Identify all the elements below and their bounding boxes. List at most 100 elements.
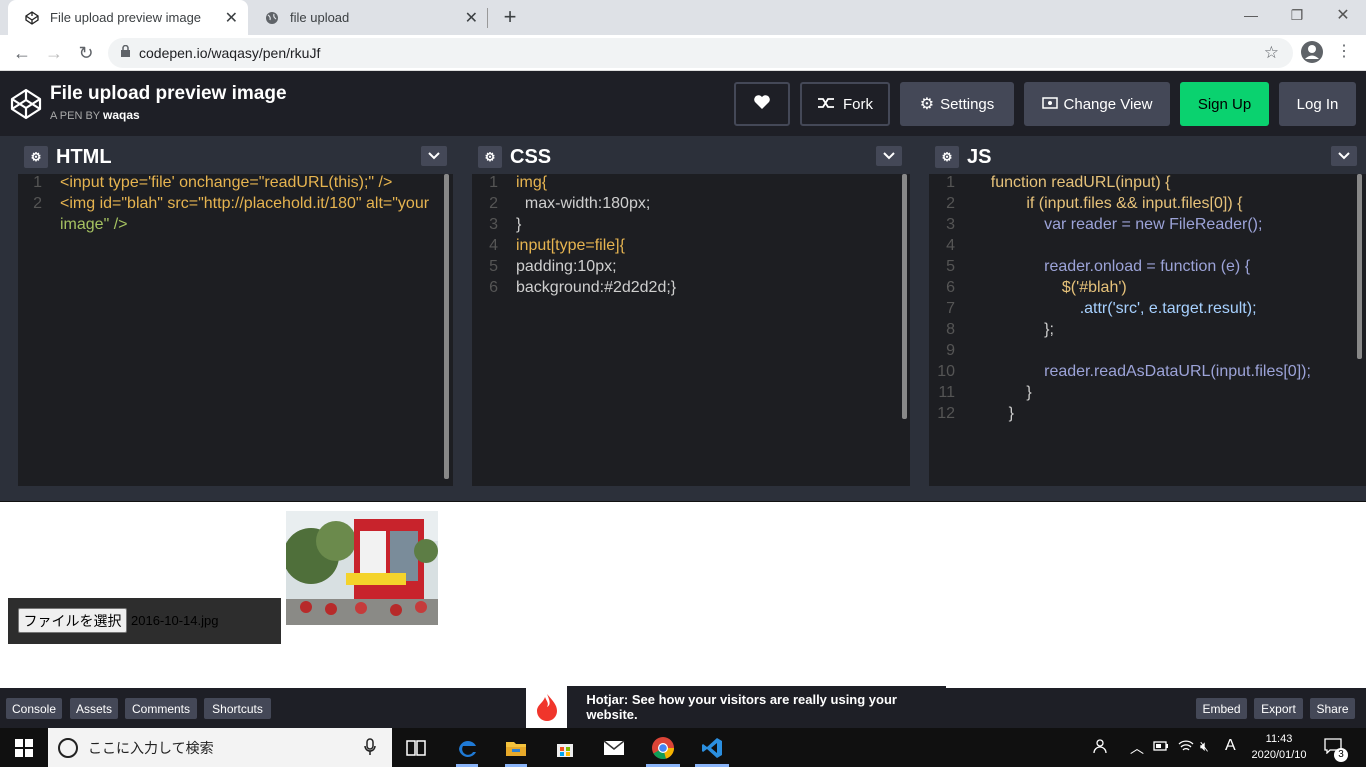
taskbar-search-input[interactable]: ここに入力して検索: [48, 728, 392, 767]
show-hidden-icons-chevron-icon[interactable]: ︿: [1130, 738, 1144, 758]
reload-icon[interactable]: ↻: [72, 39, 100, 67]
ime-indicator[interactable]: A: [1225, 737, 1236, 755]
line-number: 2: [33, 195, 42, 212]
log-in-button[interactable]: Log In: [1279, 82, 1356, 126]
volume-muted-icon[interactable]: 🔇︎: [1200, 738, 1209, 755]
export-button[interactable]: Export: [1254, 698, 1303, 719]
people-icon[interactable]: [1093, 738, 1109, 757]
bookmark-star-icon[interactable]: ☆: [1264, 43, 1279, 63]
heart-button[interactable]: [734, 82, 790, 126]
css-editor-pane: ⚙ CSS 1 2 3 4 5 6 img{ max-width:180px; …: [472, 136, 910, 486]
editors-area: ⚙ HTML 1 2 <input type='file' onchange="…: [0, 136, 1366, 486]
css-settings-gear-icon[interactable]: ⚙: [478, 146, 502, 168]
clock[interactable]: 11:43 2020/01/10: [1249, 731, 1309, 763]
back-icon[interactable]: ←: [8, 39, 36, 67]
forward-icon[interactable]: →: [40, 39, 68, 67]
js-code-area[interactable]: 1 2 3 4 5 6 7 8 9 10 11 12 function read…: [929, 174, 1366, 486]
task-view-icon[interactable]: [402, 734, 430, 762]
css-collapse-chevron-icon[interactable]: [876, 146, 902, 166]
share-button[interactable]: Share: [1310, 698, 1355, 719]
chrome-icon[interactable]: [649, 734, 677, 762]
line-number: 12: [937, 405, 955, 422]
close-window-icon[interactable]: ✕: [1320, 0, 1366, 30]
change-view-button[interactable]: Change View: [1024, 82, 1170, 126]
url-text: codepen.io/waqasy/pen/rkuJf: [139, 45, 321, 61]
choose-file-button[interactable]: ファイルを選択: [18, 608, 127, 633]
codepen-header: File upload preview image A PEN BY waqas…: [0, 71, 1366, 136]
css-editor-header: ⚙ CSS: [478, 142, 551, 172]
code-line: <input type='file' onchange="readURL(thi…: [60, 174, 393, 191]
hotjar-text: Hotjar: See how your visitors are really…: [586, 692, 897, 722]
tab-file-upload[interactable]: file upload ✕: [248, 0, 488, 35]
microsoft-store-icon[interactable]: [551, 734, 579, 762]
minimize-icon[interactable]: —: [1228, 0, 1274, 30]
code-line: }: [516, 216, 522, 233]
code-line: <img id="blah" src="http://placehold.it/…: [60, 195, 430, 212]
hotjar-ad[interactable]: Hotjar: See how your visitors are really…: [526, 686, 946, 728]
profile-avatar-icon[interactable]: [1301, 41, 1323, 63]
author-link[interactable]: waqas: [103, 108, 140, 122]
resize-handle[interactable]: [0, 486, 1366, 502]
log-in-label: Log In: [1296, 95, 1339, 113]
css-scrollbar[interactable]: [902, 174, 907, 419]
js-scrollbar[interactable]: [1357, 174, 1362, 359]
cortana-circle-icon: [58, 737, 78, 758]
css-code-area[interactable]: 1 2 3 4 5 6 img{ max-width:180px; } inpu…: [472, 174, 910, 486]
embed-button[interactable]: Embed: [1196, 698, 1247, 719]
globe-icon: [264, 10, 280, 26]
line-number: 7: [946, 300, 955, 317]
close-tab-icon[interactable]: ✕: [465, 8, 478, 28]
line-number: 2: [946, 195, 955, 212]
code-line: }: [973, 384, 1032, 401]
tab-file-upload-preview[interactable]: File upload preview image ✕: [8, 0, 248, 35]
html-code-area[interactable]: 1 2 <input type='file' onchange="readURL…: [18, 174, 453, 486]
assets-button[interactable]: Assets: [70, 698, 118, 719]
html-settings-gear-icon[interactable]: ⚙: [24, 146, 48, 168]
browser-menu-icon[interactable]: ⋮: [1336, 41, 1352, 63]
clock-time: 11:43: [1265, 733, 1293, 745]
wifi-icon[interactable]: [1178, 739, 1194, 756]
shortcuts-button[interactable]: Shortcuts: [204, 698, 271, 719]
windows-start-icon[interactable]: [10, 734, 38, 762]
line-number: 8: [946, 321, 955, 338]
line-number: 5: [489, 258, 498, 275]
vscode-icon[interactable]: [698, 734, 726, 762]
pen-title[interactable]: File upload preview image: [50, 83, 287, 105]
html-collapse-chevron-icon[interactable]: [421, 146, 447, 166]
byline-prefix: A PEN BY: [50, 110, 100, 122]
line-number: 6: [946, 279, 955, 296]
battery-icon[interactable]: [1153, 740, 1169, 755]
mail-icon[interactable]: [600, 734, 628, 762]
file-explorer-icon[interactable]: [502, 734, 530, 762]
console-button[interactable]: Console: [6, 698, 62, 719]
microphone-icon[interactable]: [364, 738, 376, 759]
file-input[interactable]: ファイルを選択 2016-10-14.jpg: [8, 598, 281, 644]
browser-tab-bar: File upload preview image ✕ file upload …: [0, 0, 1366, 35]
js-collapse-chevron-icon[interactable]: [1331, 146, 1357, 166]
line-number: 4: [946, 237, 955, 254]
restore-icon[interactable]: ❐: [1274, 0, 1320, 30]
code-line: image" />: [60, 216, 128, 233]
new-tab-icon[interactable]: +: [498, 4, 522, 30]
js-editor-header: ⚙ JS: [935, 142, 991, 172]
comments-button[interactable]: Comments: [125, 698, 197, 719]
code-line: $('#blah'): [973, 279, 1127, 296]
codepen-logo-icon[interactable]: [10, 88, 42, 120]
close-tab-icon[interactable]: ✕: [225, 8, 238, 28]
line-number: 1: [489, 174, 498, 191]
code-line: var reader = new FileReader();: [973, 216, 1263, 233]
line-number: 5: [946, 258, 955, 275]
url-bar[interactable]: codepen.io/waqasy/pen/rkuJf ☆: [108, 38, 1293, 68]
clock-date: 2020/01/10: [1251, 749, 1307, 761]
fork-button[interactable]: Fork: [800, 82, 890, 126]
line-number: 9: [946, 342, 955, 359]
lock-icon: [120, 44, 131, 61]
sign-up-label: Sign Up: [1197, 95, 1252, 113]
line-number: 3: [489, 216, 498, 233]
js-settings-gear-icon[interactable]: ⚙: [935, 146, 959, 168]
hotjar-flame-icon: [526, 686, 568, 728]
html-scrollbar[interactable]: [444, 174, 449, 479]
edge-browser-icon[interactable]: [453, 734, 481, 762]
sign-up-button[interactable]: Sign Up: [1180, 82, 1269, 126]
settings-button[interactable]: ⚙ Settings: [900, 82, 1014, 126]
